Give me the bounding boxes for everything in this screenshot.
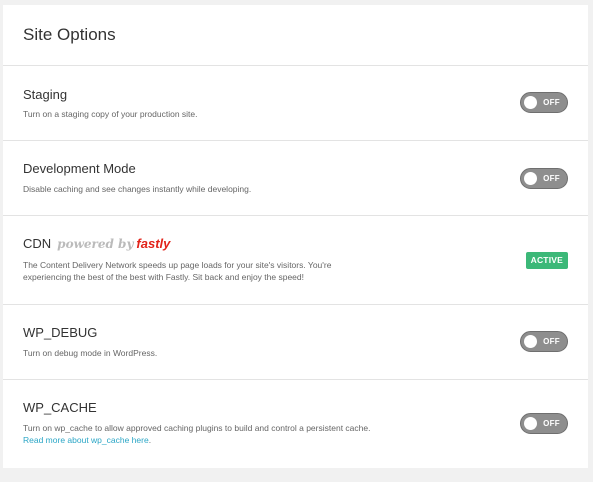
option-row-cdn: CDN powered by fastly The Content Delivery… [3,216,588,305]
option-description-cdn: The Content Delivery Network speeds up p… [23,260,332,282]
powered-by-label: powered by [57,237,134,251]
toggle-state-label: OFF [543,419,560,428]
option-title-development-mode: Development Mode [23,161,136,176]
toggle-knob [524,96,537,109]
option-title-wp-debug: WP_DEBUG [23,325,98,340]
option-row-wp-debug: WP_DEBUG Turn on debug mode in WordPress… [3,305,588,380]
option-description-staging: Turn on a staging copy of your productio… [23,109,198,119]
toggle-knob [524,417,537,430]
wp-cache-description-text: Turn on wp_cache to allow approved cachi… [23,423,371,433]
staging-toggle[interactable]: OFF [520,92,568,113]
wp-debug-toggle[interactable]: OFF [520,331,568,352]
wp-cache-read-more-link[interactable]: Read more about wp_cache here [23,435,149,445]
option-description-wp-cache: Turn on wp_cache to allow approved cachi… [23,422,373,446]
wp-cache-toggle[interactable]: OFF [520,413,568,434]
site-options-card: Site Options Staging Turn on a staging c… [3,5,588,468]
page-title: Site Options [23,25,116,44]
toggle-state-label: OFF [543,337,560,346]
cdn-label: CDN [23,236,52,251]
option-row-staging: Staging Turn on a staging copy of your p… [3,66,588,141]
option-description-development-mode: Disable caching and see changes instantl… [23,184,252,194]
cdn-active-badge: ACTIVE [525,252,568,269]
development-mode-toggle[interactable]: OFF [520,168,568,189]
toggle-knob [524,172,537,185]
option-title-staging: Staging [23,87,68,102]
toggle-knob [524,335,537,348]
option-row-development-mode: Development Mode Disable caching and see… [3,141,588,216]
toggle-state-label: OFF [543,98,560,107]
toggle-state-label: OFF [543,174,560,183]
option-row-wp-cache: WP_CACHE Turn on wp_cache to allow appro… [3,380,588,468]
option-title-cdn: CDN powered by fastly [23,236,170,252]
fastly-logo: fastly [136,236,171,251]
option-description-wp-debug: Turn on debug mode in WordPress. [23,348,158,358]
card-header: Site Options [3,5,588,66]
wp-cache-link-suffix: . [148,435,152,445]
option-title-wp-cache: WP_CACHE [23,400,97,415]
